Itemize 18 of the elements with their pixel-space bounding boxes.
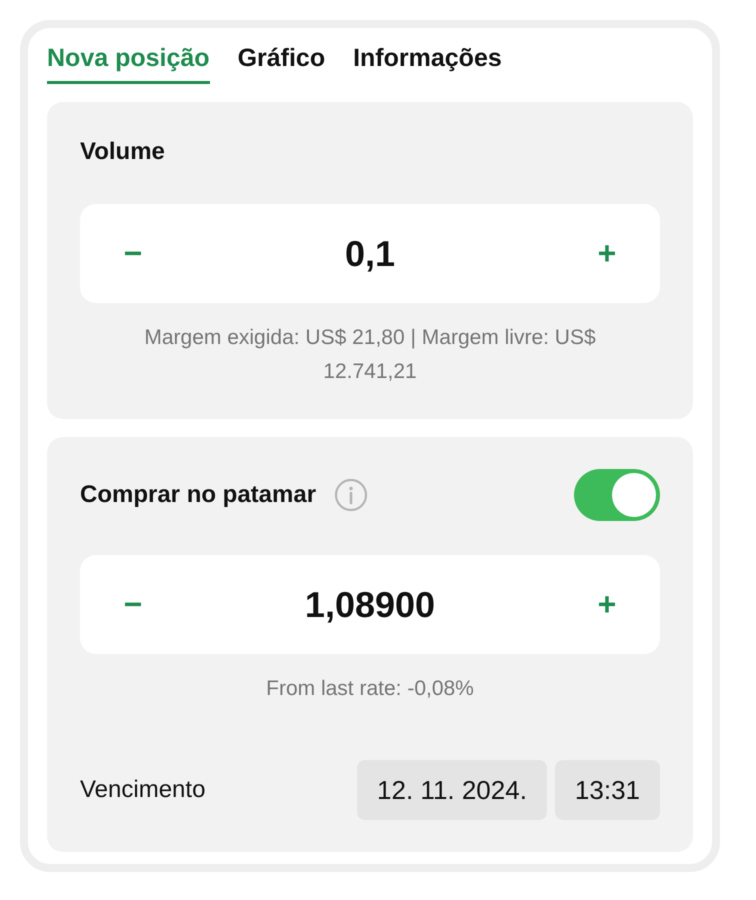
toggle-switch[interactable] bbox=[574, 469, 660, 521]
increment-button[interactable]: + bbox=[590, 586, 624, 623]
section-title: Comprar no patamar bbox=[80, 481, 316, 509]
decrement-button[interactable]: − bbox=[116, 235, 150, 272]
volume-value: 0,1 bbox=[344, 232, 396, 274]
time-picker[interactable]: 13:31 bbox=[554, 760, 660, 820]
tab[interactable]: Informações bbox=[353, 40, 502, 84]
info-icon[interactable] bbox=[334, 478, 368, 512]
tab[interactable]: Nova posição bbox=[47, 40, 210, 84]
tab[interactable]: Gráfico bbox=[238, 40, 326, 84]
decrement-button[interactable]: − bbox=[116, 586, 150, 623]
section-title: Volume bbox=[80, 138, 165, 166]
price-value: 1,08900 bbox=[304, 584, 436, 626]
margin-note: Margem exigida: US$ 21,80 | Margem livre: US$ 12.741,21 bbox=[143, 325, 597, 385]
expiry-label: Vencimento bbox=[80, 776, 206, 804]
increment-button[interactable]: + bbox=[590, 235, 624, 272]
rate-note: From last rate: -0,08% bbox=[266, 676, 474, 702]
date-picker[interactable]: 12. 11. 2024. bbox=[357, 760, 547, 820]
